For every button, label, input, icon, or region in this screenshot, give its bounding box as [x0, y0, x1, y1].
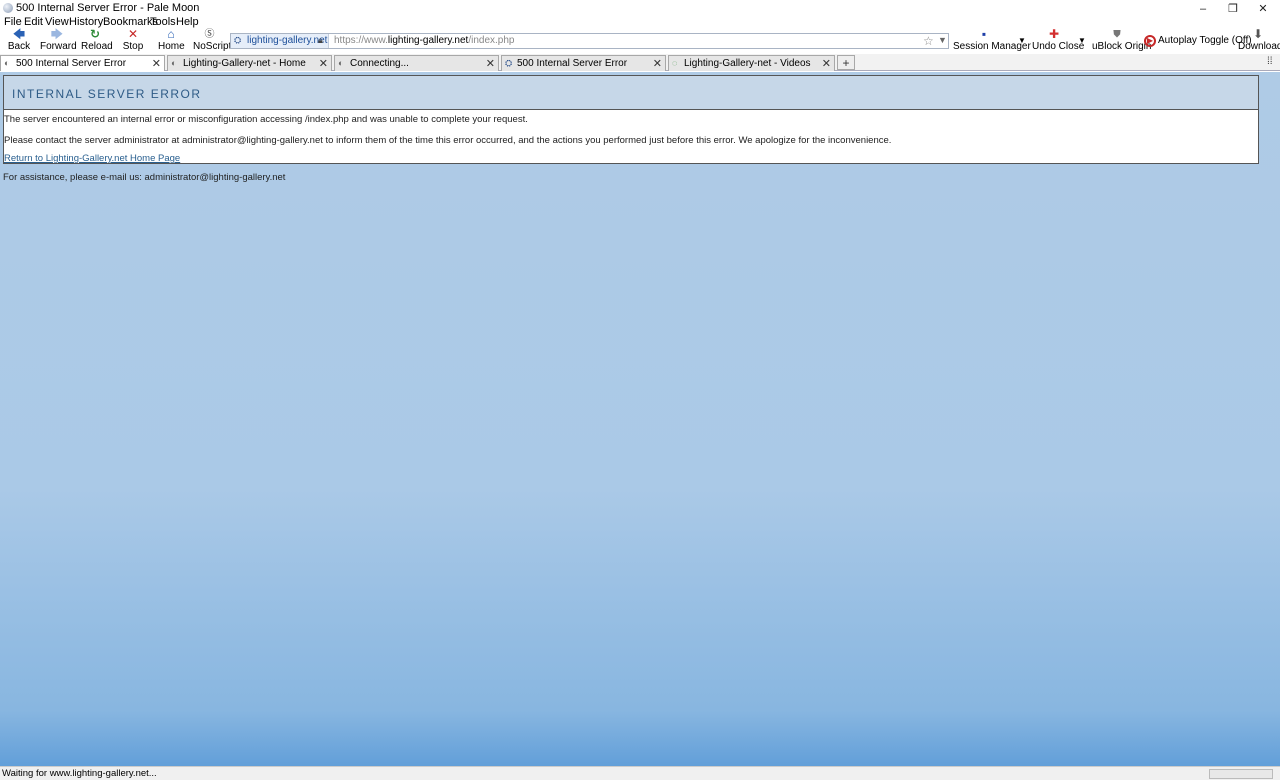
error-header: INTERNAL SERVER ERROR [4, 76, 1258, 110]
assistance-text: For assistance, please e-mail us: admini… [3, 172, 286, 183]
ublock-origin-button[interactable]: ⛊ uBlock Origin [1092, 28, 1151, 54]
back-button[interactable]: 🡄 Back [6, 28, 32, 54]
forward-arrow-icon: 🡆 [50, 27, 64, 41]
error-message: The server encountered an internal error… [4, 114, 528, 125]
tab-close-icon[interactable]: ✕ [653, 57, 662, 70]
status-bar: Waiting for www.lighting-gallery.net... [0, 766, 1280, 780]
forward-button[interactable]: 🡆 Forward [40, 27, 77, 54]
tab-videos[interactable]: ◌ Lighting-Gallery-net - Videos ✕ [668, 55, 835, 71]
autoplay-toggle-button[interactable]: ▶ Autoplay Toggle (Off) [1144, 28, 1252, 54]
lock-icon: 🔒︎ [318, 35, 323, 45]
undo-close-icon: ✚ [1048, 27, 1060, 41]
site-identity-icon: ⛭ [505, 58, 513, 68]
window-title: 500 Internal Server Error - Pale Moon [16, 2, 200, 14]
page-content: INTERNAL SERVER ERROR The server encount… [0, 72, 1280, 766]
tab-500-error-2[interactable]: ⛭ 500 Internal Server Error ✕ [501, 55, 666, 71]
status-progress [1209, 769, 1273, 779]
site-identity[interactable]: ⛭ lighting-gallery.net 🔒︎ [231, 34, 329, 48]
site-identity-icon: ⛭ [234, 35, 242, 45]
session-manager-button[interactable]: ▪ Session Manager [953, 27, 1031, 54]
page-icon: ◐ [338, 58, 344, 68]
new-tab-button[interactable]: + [837, 55, 855, 70]
noscript-icon: Ⓢ [204, 29, 215, 40]
tab-close-icon[interactable]: ✕ [152, 57, 161, 70]
back-arrow-icon: 🡄 [12, 27, 26, 41]
error-box: INTERNAL SERVER ERROR The server encount… [3, 75, 1259, 164]
home-button[interactable]: ⌂ Home [158, 27, 185, 54]
download-icon: ⬇ [1252, 27, 1264, 41]
status-text: Waiting for www.lighting-gallery.net... [2, 768, 157, 779]
noscript-button[interactable]: Ⓢ NoScript [193, 28, 231, 54]
reload-button[interactable]: ↻ Reload [81, 27, 113, 54]
tab-connecting[interactable]: ◐ Connecting... ✕ [334, 55, 499, 71]
home-icon: ⌂ [167, 27, 175, 41]
chevron-down-icon: ▼ [1078, 36, 1086, 45]
contact-message: Please contact the server administrator … [4, 135, 892, 146]
autoplay-icon: ▶ [1144, 35, 1156, 47]
ublock-icon: ⛊ [1113, 29, 1121, 40]
pale-moon-icon [3, 3, 13, 13]
session-manager-dropdown[interactable]: ▼ [1017, 28, 1027, 54]
page-icon: ◐ [4, 58, 10, 68]
list-all-tabs-icon[interactable]: ⁞⁞ [1267, 56, 1273, 67]
bookmark-star-icon[interactable]: ☆ [923, 34, 934, 48]
tab-close-icon[interactable]: ✕ [822, 57, 831, 70]
reload-icon: ↻ [89, 27, 101, 41]
title-bar: 500 Internal Server Error - Pale Moon – … [0, 0, 1280, 16]
downloads-button[interactable]: ⬇ Downloads [1238, 27, 1280, 54]
menu-edit[interactable]: Edit [24, 16, 43, 28]
tab-bar: ◐ 500 Internal Server Error ✕ ◐ Lighting… [0, 54, 1280, 71]
menu-bar: File Edit View History Bookmarks Tools H… [0, 15, 1280, 29]
tab-close-icon[interactable]: ✕ [486, 57, 495, 70]
loading-spinner-icon: ◌ [672, 58, 678, 68]
stop-button[interactable]: ✕ Stop [122, 28, 144, 54]
return-home-link[interactable]: Return to Lighting-Gallery.net Home Page [4, 153, 180, 164]
page-icon: ◐ [171, 58, 177, 68]
tab-close-icon[interactable]: ✕ [319, 57, 328, 70]
chevron-down-icon: ▼ [1018, 36, 1026, 45]
url-bar[interactable]: ⛭ lighting-gallery.net 🔒︎ https://www.li… [230, 33, 949, 49]
url-dropdown-icon[interactable]: ▼ [938, 35, 947, 45]
url-text[interactable]: https://www.lighting-gallery.net/index.p… [334, 35, 514, 46]
error-heading: INTERNAL SERVER ERROR [12, 87, 202, 101]
tab-home[interactable]: ◐ Lighting-Gallery-net - Home ✕ [167, 55, 332, 71]
menu-help[interactable]: Help [176, 16, 199, 28]
save-icon: ▪ [981, 27, 987, 41]
stop-icon: ✕ [127, 27, 139, 41]
undo-close-button[interactable]: ✚ Undo Close [1032, 27, 1084, 54]
undo-close-dropdown[interactable]: ▼ [1077, 28, 1087, 54]
tab-500-error[interactable]: ◐ 500 Internal Server Error ✕ [0, 55, 165, 71]
